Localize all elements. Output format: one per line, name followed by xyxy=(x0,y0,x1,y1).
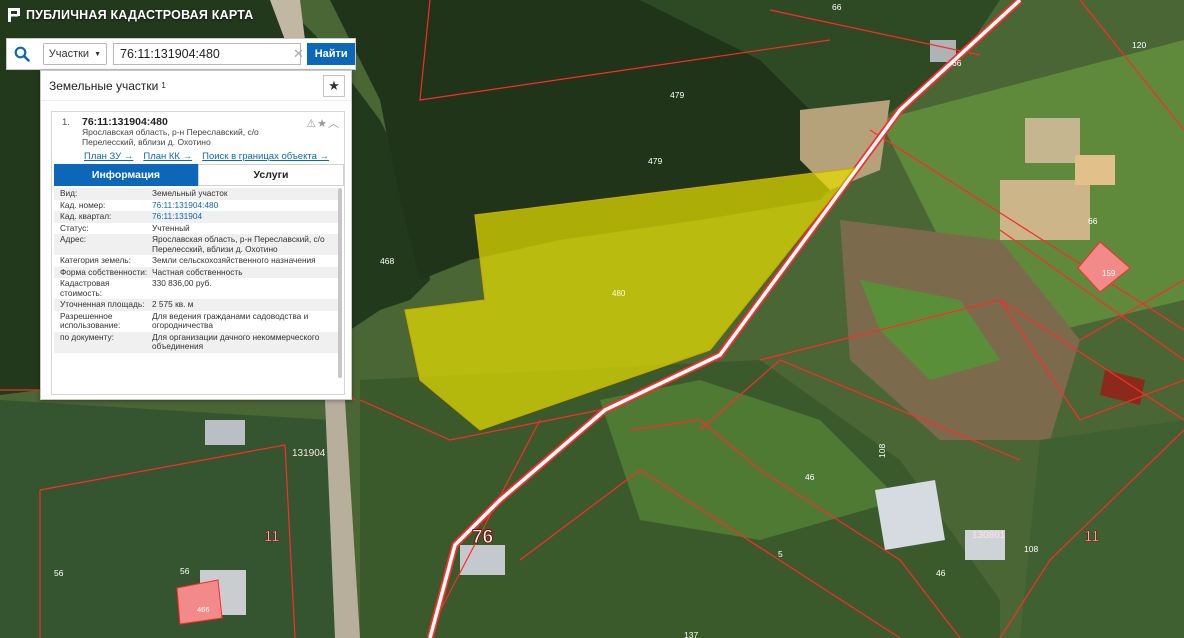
parcel-466[interactable] xyxy=(176,579,223,625)
attr-row: Адрес: Ярославская область, р-н Переслав… xyxy=(54,234,338,255)
building xyxy=(1000,180,1090,240)
search-input[interactable] xyxy=(113,43,302,65)
attr-row: Разрешенное использование: Для ведения г… xyxy=(54,311,338,332)
attributes-table: Вид: Земельный участок Кад. номер: 76:11… xyxy=(54,188,338,353)
panel-title: Земельные участки xyxy=(49,78,159,93)
parcel-label: 56 xyxy=(54,568,64,578)
attr-label: Статус: xyxy=(60,222,89,233)
parcel-label: 108 xyxy=(1024,544,1038,554)
district-label: 11 xyxy=(264,528,280,545)
attr-value: 2 575 кв. м xyxy=(152,299,194,309)
pkk-logo-icon xyxy=(8,8,20,22)
chevron-up-icon[interactable]: ︿ xyxy=(328,118,340,130)
building xyxy=(1025,118,1080,163)
parcel-label-480: 480 xyxy=(612,289,626,298)
southeast-area xyxy=(1020,420,1184,638)
quarter-label: 130801 xyxy=(972,530,1006,541)
attr-row: Кад. квартал: 76:11:131904 xyxy=(54,211,338,223)
result-number: 1. xyxy=(62,117,70,128)
result-card: 1. 76:11:131904:480 Ярославская область,… xyxy=(51,111,345,395)
attr-row: Форма собственности: Частная собственнос… xyxy=(54,266,338,278)
district-label: 11 xyxy=(1084,528,1100,545)
star-icon[interactable]: ★ xyxy=(317,118,328,130)
star-icon: ★ xyxy=(328,78,340,93)
attr-label: Кадастровая стоимость: xyxy=(60,278,110,298)
parcel-label: 5 xyxy=(778,549,783,559)
attr-value: 330 836,00 руб. xyxy=(152,278,212,288)
attr-value: Для ведения гражданами садоводства и ого… xyxy=(152,310,309,330)
attr-value: Земли сельскохозяйственного назначения xyxy=(152,255,316,265)
attr-label: Адрес: xyxy=(60,234,87,244)
attr-value-cad-quarter[interactable]: 76:11:131904 xyxy=(152,211,338,222)
attr-row: Вид: Земельный участок xyxy=(54,188,338,200)
clear-icon[interactable]: ✕ xyxy=(293,46,304,62)
parcel-label: 66 xyxy=(832,2,842,12)
building xyxy=(875,480,945,550)
attr-label: Разрешенное использование: xyxy=(60,310,121,330)
attr-row: по документу: Для организации дачного не… xyxy=(54,331,338,353)
parcel-label-159: 159 xyxy=(1102,269,1116,278)
parcel-label: 120 xyxy=(1132,40,1146,50)
parcel-label: 46 xyxy=(805,472,815,482)
parcel-label: 137 xyxy=(684,630,698,638)
search-in-bounds-link[interactable]: Поиск в границах объекта → xyxy=(202,151,329,162)
tab-services[interactable]: Услуги xyxy=(198,164,344,186)
search-bar: Участки ▼ ✕ Найти xyxy=(6,38,356,70)
app-title-bar: ПУБЛИЧНАЯ КАДАСТРОВАЯ КАРТА xyxy=(8,8,253,22)
parcel-label: 56 xyxy=(180,566,190,576)
attr-label: Вид: xyxy=(60,188,78,198)
building xyxy=(205,420,245,445)
object-type-select[interactable]: Участки ▼ xyxy=(42,43,108,65)
parcel-label: 468 xyxy=(380,256,394,266)
attr-label: Категория земель: xyxy=(60,255,131,265)
attr-row: Статус: Учтенный xyxy=(54,223,338,235)
parcel-label: 46 xyxy=(936,568,946,578)
attr-value: Учтенный xyxy=(152,222,190,233)
attr-label: по документу: xyxy=(60,331,114,342)
plan-kk-link[interactable]: План КК → xyxy=(143,151,192,162)
attr-value-cad-number[interactable]: 76:11:131904:480 xyxy=(152,200,338,211)
caret-down-icon: ▼ xyxy=(94,50,102,58)
attr-value: Ярославская область, р-н Переславский, с… xyxy=(152,234,325,254)
find-button[interactable]: Найти xyxy=(307,43,355,65)
attr-row: Кад. номер: 76:11:131904:480 xyxy=(54,200,338,212)
attr-row: Категория земель: Земли сельскохозяйстве… xyxy=(54,255,338,267)
tabs: Информация Услуги xyxy=(54,164,344,186)
attr-row: Уточненная площадь: 2 575 кв. м xyxy=(54,299,338,311)
results-panel: Земельные участки 1 ★ 1. 76:11:131904:480… xyxy=(40,70,352,400)
parcel-label-466: 466 xyxy=(197,605,210,614)
attr-value: Земельный участок xyxy=(152,188,228,198)
parcel-label: 66 xyxy=(1088,216,1098,226)
parcel-label: 108 xyxy=(877,444,887,458)
result-count: 1 xyxy=(161,81,166,90)
plan-zu-link[interactable]: План ЗУ → xyxy=(84,151,133,162)
parcel-label: 479 xyxy=(648,156,662,166)
attr-label: Уточненная площадь: xyxy=(60,299,145,309)
attr-value: Для организации дачного некоммерческого … xyxy=(152,331,320,351)
favorite-star-button[interactable]: ★ xyxy=(323,75,345,97)
building xyxy=(1075,155,1115,185)
parcel-label: 66 xyxy=(952,58,962,68)
result-links: План ЗУ → План КК → Поиск в границах объ… xyxy=(84,151,329,162)
region-label: 76 xyxy=(472,527,493,548)
attr-label: Кад. номер: xyxy=(60,199,106,210)
search-icon[interactable] xyxy=(7,39,37,69)
app-title: ПУБЛИЧНАЯ КАДАСТРОВАЯ КАРТА xyxy=(26,8,254,22)
attr-label: Форма собственности: xyxy=(60,266,148,277)
quarter-label: 131904 xyxy=(292,448,326,459)
attr-row: Кадастровая стоимость: 330 836,00 руб. xyxy=(54,278,338,299)
scrollbar[interactable] xyxy=(338,188,342,378)
result-address: Ярославская область, р-н Переславский, с… xyxy=(82,127,259,147)
panel-header: Земельные участки 1 xyxy=(41,71,351,101)
parcel-label: 479 xyxy=(670,90,684,100)
attr-label: Кад. квартал: xyxy=(60,211,112,221)
object-type-label: Участки xyxy=(48,48,90,60)
attr-value: Частная собственность xyxy=(152,266,243,277)
tab-info[interactable]: Информация xyxy=(54,164,198,186)
warning-icon[interactable]: ⚠ xyxy=(306,118,317,130)
